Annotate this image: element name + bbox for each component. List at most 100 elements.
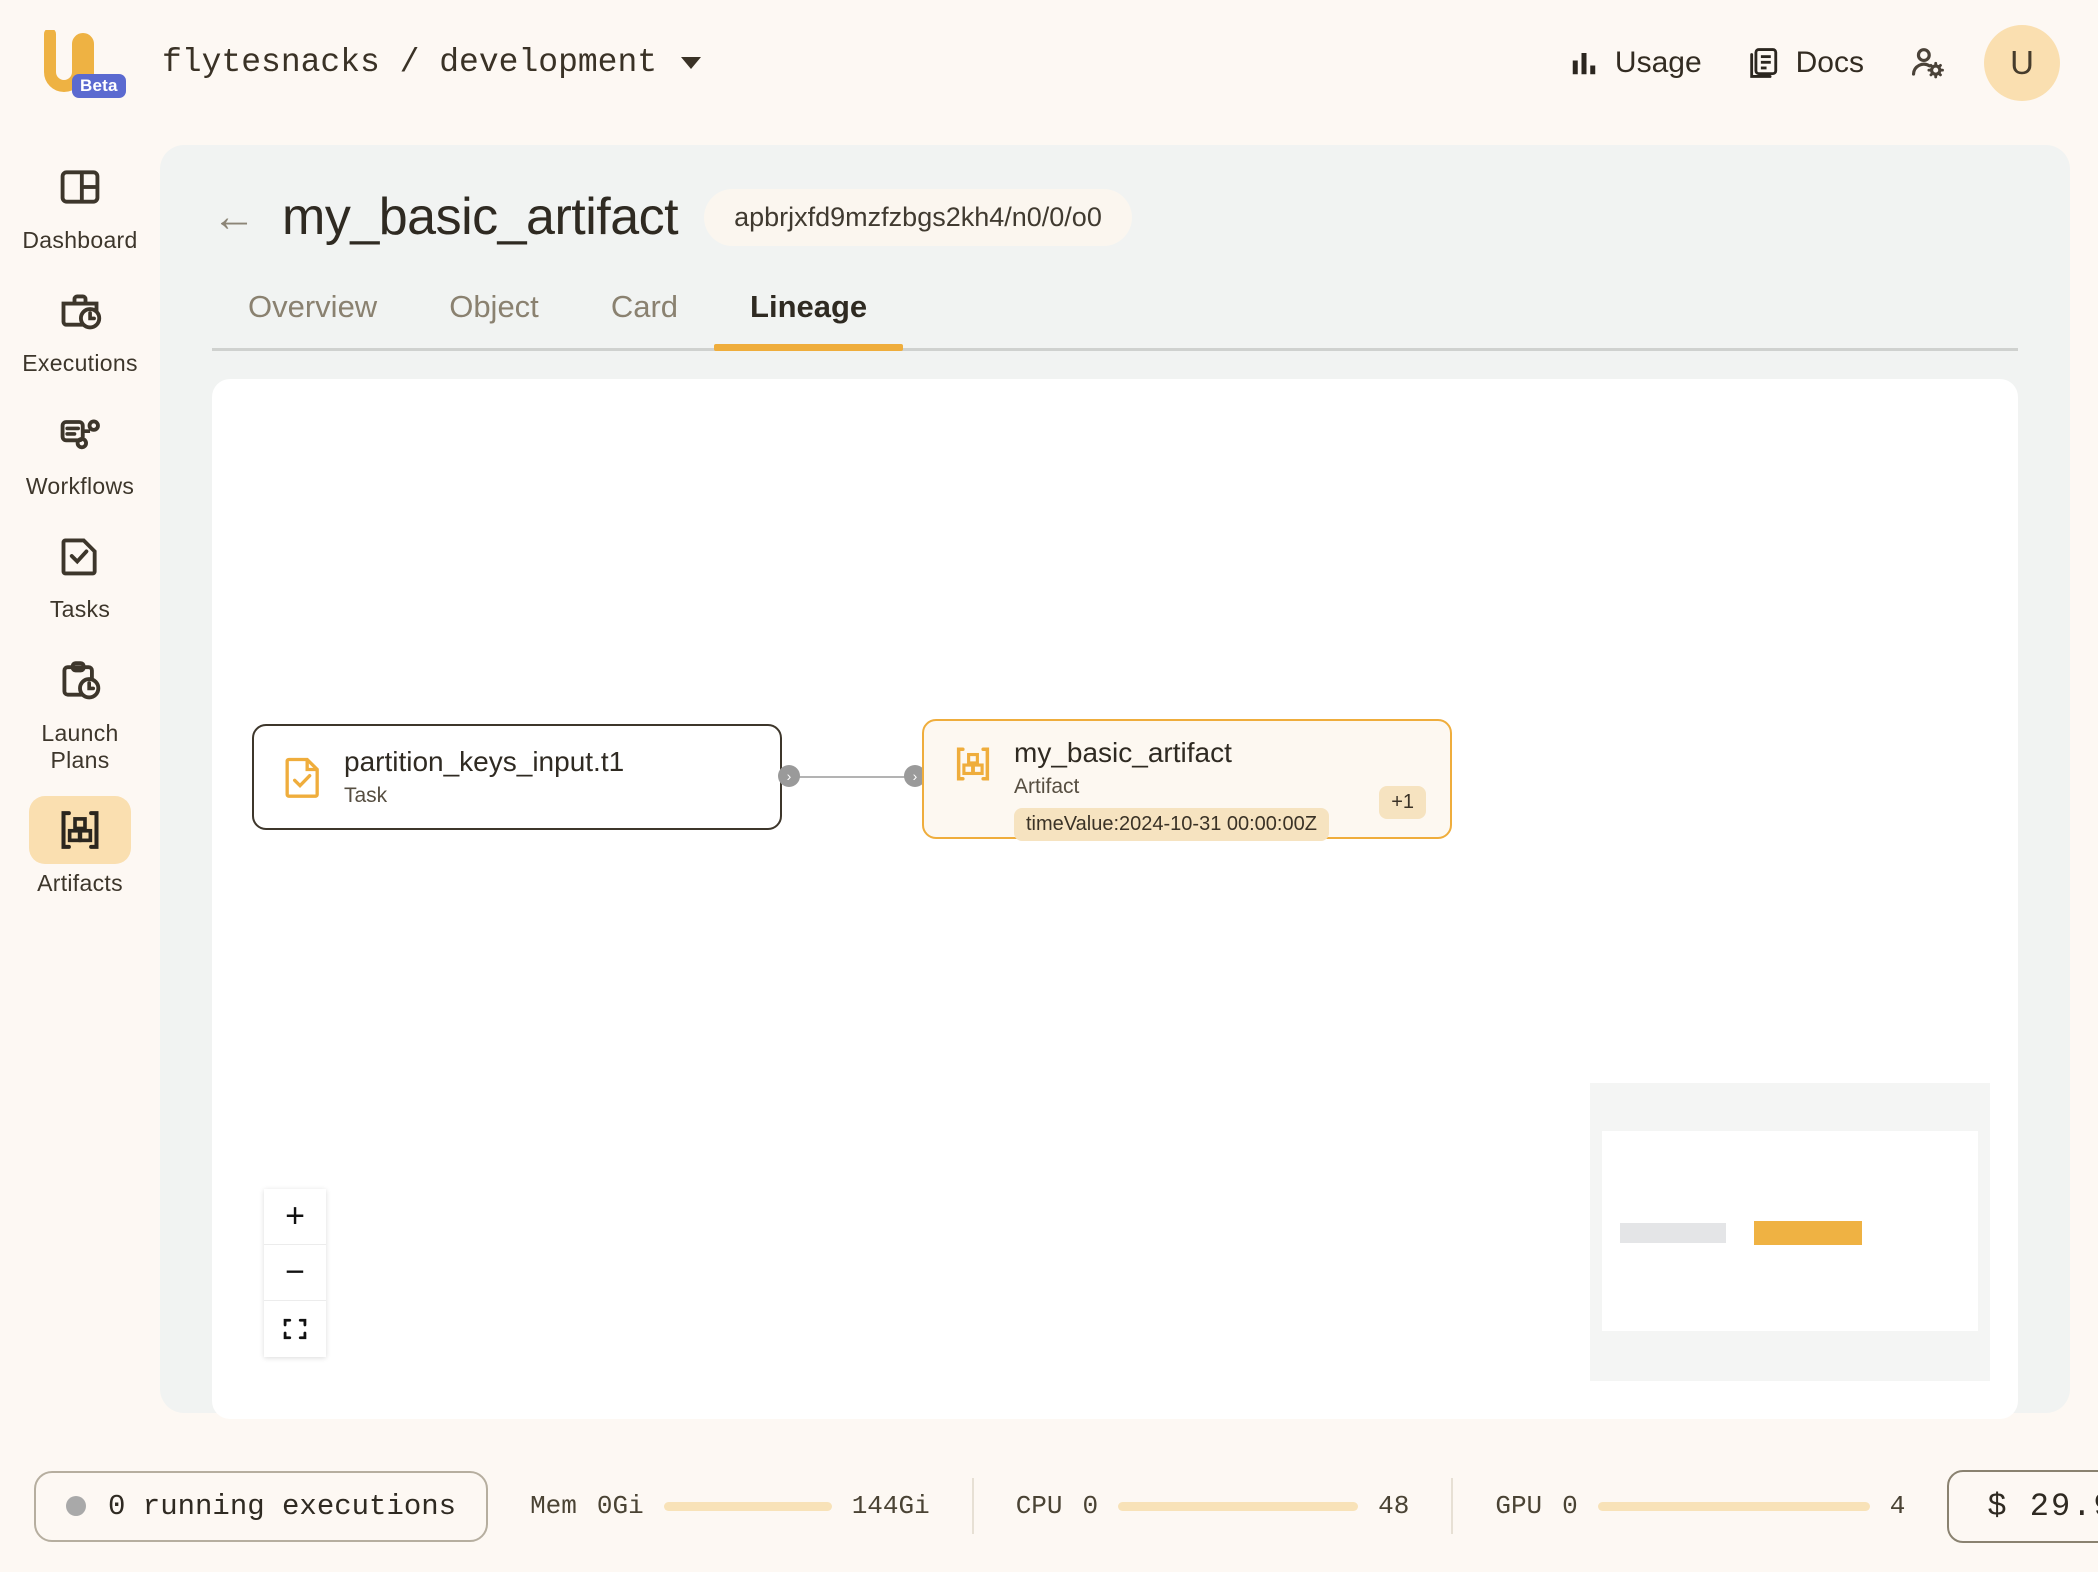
- status-bar: 0 running executions Mem 0Gi 144Gi CPU 0…: [0, 1440, 2098, 1572]
- zoom-in-button[interactable]: +: [264, 1189, 326, 1245]
- more-tags-badge[interactable]: +1: [1379, 786, 1426, 819]
- executions-icon: [58, 288, 102, 332]
- usage-button[interactable]: Usage: [1547, 36, 1724, 90]
- node-subtitle: Artifact: [1014, 775, 1329, 799]
- sidebar: Dashboard Executions: [0, 125, 160, 1440]
- lineage-canvas[interactable]: partition_keys_input.t1 Task › ›: [212, 379, 2018, 1419]
- content-card: ← my_basic_artifact apbrjxfd9mzfzbgs2kh4…: [160, 145, 2070, 1413]
- app-root: Beta flytesnacks / development Usage: [0, 0, 2098, 1572]
- meter-bar: [664, 1502, 832, 1511]
- union-logo[interactable]: Beta: [34, 24, 112, 102]
- meter-bar: [1598, 1502, 1870, 1511]
- running-executions-label: 0 running executions: [108, 1490, 456, 1523]
- partition-tag: timeValue:2024-10-31 00:00:00Z: [1014, 808, 1329, 841]
- workflows-icon-box: [29, 399, 131, 467]
- meter-max: 48: [1378, 1491, 1409, 1521]
- sidebar-item-label: Dashboard: [22, 227, 137, 254]
- zoom-out-button[interactable]: −: [264, 1245, 326, 1301]
- running-executions-button[interactable]: 0 running executions: [34, 1471, 488, 1542]
- avatar[interactable]: U: [1984, 25, 2060, 101]
- content: ← my_basic_artifact apbrjxfd9mzfzbgs2kh4…: [160, 125, 2098, 1440]
- chevron-down-icon: [681, 57, 701, 69]
- resource-meters: Mem 0Gi 144Gi CPU 0 48 GPU 0 4: [488, 1478, 1947, 1534]
- fit-view-button[interactable]: [264, 1301, 326, 1357]
- graph-node-task[interactable]: partition_keys_input.t1 Task: [252, 724, 782, 830]
- tab-overview[interactable]: Overview: [212, 283, 413, 351]
- meter-label: CPU: [1016, 1491, 1063, 1521]
- meter-gpu: GPU 0 4: [1453, 1491, 1947, 1521]
- sidebar-item-label: Launch Plans: [24, 720, 136, 774]
- docs-button[interactable]: Docs: [1724, 36, 1886, 90]
- dashboard-icon-box: [29, 153, 131, 221]
- meter-label: Mem: [530, 1491, 577, 1521]
- artifact-boxes-icon: [950, 741, 996, 787]
- edge-source-handle[interactable]: ›: [778, 765, 800, 787]
- dashboard-icon: [58, 165, 102, 209]
- breadcrumb[interactable]: flytesnacks / development: [162, 44, 701, 81]
- sidebar-item-label: Tasks: [50, 596, 110, 623]
- node-tags: timeValue:2024-10-31 00:00:00Z: [1014, 808, 1329, 841]
- tab-card[interactable]: Card: [575, 283, 714, 351]
- minimap-viewport[interactable]: [1602, 1131, 1978, 1331]
- sidebar-item-executions[interactable]: Executions: [24, 270, 136, 385]
- status-dot-icon: [66, 1496, 86, 1516]
- meter-value: 0: [1562, 1491, 1578, 1521]
- docs-icon: [1746, 46, 1780, 80]
- top-bar: Beta flytesnacks / development Usage: [0, 0, 2098, 125]
- node-title: partition_keys_input.t1: [344, 746, 624, 778]
- artifacts-icon-box: [29, 796, 131, 864]
- minimap[interactable]: [1590, 1083, 1990, 1381]
- meter-max: 4: [1890, 1491, 1906, 1521]
- docs-label: Docs: [1796, 46, 1864, 80]
- tab-lineage[interactable]: Lineage: [714, 283, 903, 351]
- artifacts-icon: [57, 807, 103, 853]
- sidebar-item-artifacts[interactable]: Artifacts: [24, 790, 136, 905]
- page-header: ← my_basic_artifact apbrjxfd9mzfzbgs2kh4…: [212, 187, 2018, 247]
- launch-plans-icon-box: [29, 646, 131, 714]
- user-settings-button[interactable]: [1886, 34, 1968, 92]
- meter-label: GPU: [1495, 1491, 1542, 1521]
- page-title: my_basic_artifact: [282, 187, 678, 247]
- cost-button[interactable]: $ 29.99: [1947, 1470, 2098, 1543]
- graph-edge: › ›: [782, 775, 922, 779]
- beta-badge: Beta: [72, 74, 126, 98]
- sidebar-item-launch-plans[interactable]: Launch Plans: [24, 640, 136, 782]
- meter-mem: Mem 0Gi 144Gi: [488, 1491, 972, 1521]
- meter-max: 144Gi: [852, 1491, 930, 1521]
- fit-screen-icon: [281, 1315, 309, 1343]
- executions-icon-box: [29, 276, 131, 344]
- meter-bar: [1118, 1502, 1358, 1511]
- back-button[interactable]: ←: [212, 195, 256, 239]
- avatar-initial: U: [2010, 44, 2034, 82]
- launch-plans-icon: [58, 658, 102, 702]
- artifact-id-pill[interactable]: apbrjxfd9mzfzbgs2kh4/n0/0/o0: [704, 189, 1132, 246]
- graph-node-artifact[interactable]: my_basic_artifact Artifact timeValue:202…: [922, 719, 1452, 839]
- sidebar-item-label: Artifacts: [37, 870, 123, 897]
- sidebar-item-label: Executions: [22, 350, 138, 377]
- node-title: my_basic_artifact: [1014, 737, 1329, 769]
- sidebar-item-workflows[interactable]: Workflows: [24, 393, 136, 508]
- bar-chart-icon: [1569, 48, 1599, 78]
- meter-value: 0: [1083, 1491, 1099, 1521]
- user-gear-icon: [1908, 44, 1946, 82]
- breadcrumb-label: flytesnacks / development: [162, 44, 657, 81]
- sidebar-item-dashboard[interactable]: Dashboard: [24, 147, 136, 262]
- tab-object[interactable]: Object: [413, 283, 575, 351]
- body: Dashboard Executions: [0, 125, 2098, 1440]
- zoom-controls: + −: [264, 1189, 326, 1357]
- edge-line: [790, 776, 914, 778]
- meter-value: 0Gi: [597, 1491, 644, 1521]
- minimap-node-task: [1620, 1223, 1726, 1243]
- tasks-icon-box: [29, 522, 131, 590]
- minimap-node-artifact: [1754, 1221, 1862, 1245]
- artifact-node-text: my_basic_artifact Artifact timeValue:202…: [1014, 737, 1329, 841]
- meter-cpu: CPU 0 48: [974, 1491, 1452, 1521]
- sidebar-item-tasks[interactable]: Tasks: [24, 516, 136, 631]
- sidebar-item-label: Workflows: [26, 473, 134, 500]
- workflows-icon: [58, 411, 102, 455]
- task-document-check-icon: [280, 754, 326, 800]
- tab-bar: Overview Object Card Lineage: [212, 283, 2018, 351]
- task-node-text: partition_keys_input.t1 Task: [344, 746, 624, 808]
- node-subtitle: Task: [344, 784, 624, 808]
- top-bar-actions: Usage Docs: [1547, 25, 2060, 101]
